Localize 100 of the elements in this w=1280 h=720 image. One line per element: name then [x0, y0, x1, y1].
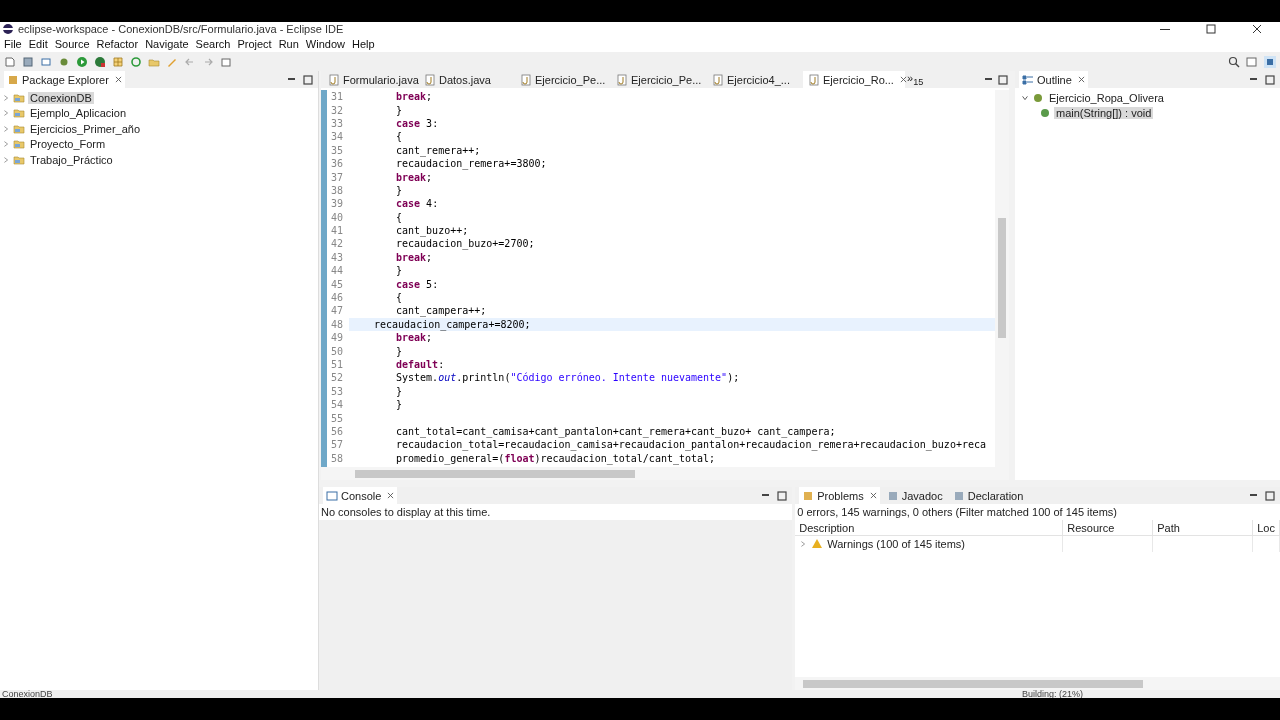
line-number: 32 — [330, 104, 345, 116]
menu-item[interactable]: Help — [350, 38, 380, 50]
maximize-icon[interactable] — [302, 73, 314, 86]
problems-summary: 0 errors, 145 warnings, 0 others (Filter matched 100 of 145 items) — [795, 504, 1280, 520]
line-number: 42 — [330, 238, 345, 250]
line-number: 36 — [330, 158, 345, 170]
code-line: } — [396, 385, 403, 397]
caret-icon[interactable] — [799, 540, 808, 548]
close-icon[interactable] — [114, 76, 122, 83]
line-number: 35 — [330, 144, 345, 156]
editor-tab[interactable]: Ejercicio_Pe... — [515, 71, 609, 88]
menu-item[interactable]: Window — [303, 38, 350, 50]
maximize-icon[interactable] — [1264, 489, 1276, 502]
code-line: } — [396, 399, 403, 411]
tree-item[interactable]: ConexionDB — [28, 91, 94, 104]
menu-item[interactable]: Search — [193, 38, 236, 50]
caret-icon[interactable] — [1021, 93, 1029, 102]
line-number: 51 — [330, 359, 345, 370]
code-line: } — [396, 265, 403, 277]
editor-tab[interactable]: Datos.java — [419, 71, 513, 88]
line-number: 48 — [330, 318, 345, 330]
column-header[interactable]: Resource — [1063, 520, 1154, 536]
menu-item[interactable]: File — [2, 38, 27, 50]
tree-item[interactable]: Ejemplo_Aplicacion — [28, 107, 128, 120]
menu-item[interactable]: Edit — [26, 38, 53, 50]
perspective-icon[interactable] — [1246, 55, 1258, 68]
close-icon[interactable] — [1077, 76, 1085, 83]
maximize-icon[interactable] — [1264, 73, 1276, 86]
play-icon[interactable] — [76, 55, 88, 68]
menu-item[interactable]: Refactor — [94, 38, 144, 50]
line-number: 57 — [330, 439, 345, 451]
close-icon[interactable] — [387, 492, 395, 499]
java-perspective-icon[interactable] — [1264, 55, 1276, 68]
tree-item[interactable]: Ejercicios_Primer_año — [28, 122, 143, 135]
editor-tab[interactable]: Ejercicio4_... — [707, 71, 801, 88]
line-number: 52 — [330, 372, 345, 384]
tab-icon — [952, 489, 965, 502]
view-tab[interactable]: Package Explorer — [4, 71, 125, 88]
view-tab[interactable]: Console — [323, 487, 398, 504]
maximize-icon[interactable] — [997, 73, 1009, 86]
menu-item[interactable]: Source — [52, 38, 95, 50]
menu-item[interactable]: Navigate — [143, 38, 194, 50]
code-line: { — [396, 292, 403, 304]
more-tabs-button[interactable]: »$_{15}$ — [907, 71, 924, 88]
editor-tab[interactable]: Ejercicio_Pe... — [611, 71, 705, 88]
editor-tab[interactable]: Formulario.java — [323, 71, 417, 88]
line-number: 33 — [330, 117, 345, 129]
code-line: break; — [396, 171, 433, 183]
view-tab[interactable]: Declaration — [949, 487, 1027, 504]
search-icon[interactable] — [1228, 55, 1240, 68]
menu-item[interactable]: Project — [235, 38, 277, 50]
tab-icon — [886, 489, 899, 502]
close-icon[interactable] — [899, 76, 907, 83]
project-folder-icon — [13, 138, 25, 151]
line-number: 54 — [330, 399, 345, 411]
java-file-icon — [328, 73, 340, 86]
tab-icon — [802, 489, 815, 502]
status-text: Building: (21%) — [1021, 690, 1083, 698]
code-line: break; — [396, 91, 433, 103]
line-number: 55 — [330, 412, 345, 424]
maximize-icon[interactable] — [776, 489, 789, 502]
code-line: recaudacion_total=recaudacion_camisa+recaudacion_pantalon+recaudacion_remera+recaudacion_buzo+reca — [396, 439, 986, 451]
close-icon[interactable] — [1252, 24, 1262, 34]
code-line: cant_campera++; — [396, 305, 487, 317]
code-line: cant_total=cant_camisa+cant_pantalon+cant_remera+cant_buzo+ cant_campera; — [396, 425, 836, 437]
editor-tab[interactable]: Ejercicio_Ro... — [803, 71, 905, 88]
column-header[interactable]: Loc — [1253, 520, 1280, 536]
outline-item[interactable]: main(String[]) : void — [1054, 107, 1154, 120]
table-cell[interactable]: Warnings (100 of 145 items) — [827, 538, 965, 550]
grid-icon[interactable] — [112, 55, 124, 68]
menu-item[interactable]: Run — [276, 38, 304, 50]
project-folder-icon — [13, 153, 25, 166]
line-number: 34 — [330, 131, 345, 143]
code-line: System.out.println("Código erróneo. Intente nuevamente"); — [396, 372, 740, 384]
tree-item[interactable]: Trabajo_Práctico — [28, 153, 115, 166]
view-tab[interactable]: Problems — [799, 487, 880, 504]
window-icon[interactable] — [220, 55, 232, 68]
line-number: 50 — [330, 345, 345, 357]
console-message: No consoles to display at this time. — [319, 504, 793, 520]
new-file-icon[interactable] — [4, 55, 16, 68]
line-number: 47 — [330, 305, 345, 317]
java-file-icon — [712, 73, 724, 86]
line-number: 41 — [330, 225, 345, 237]
console-icon — [326, 489, 338, 502]
line-number: 39 — [330, 198, 345, 210]
view-tab[interactable]: Javadoc — [883, 487, 946, 504]
terminal-icon[interactable] — [40, 55, 52, 68]
method-icon — [1039, 107, 1051, 120]
code-line: recaudacion_campera+=8200; — [374, 318, 531, 330]
maximize-icon[interactable] — [1206, 24, 1216, 34]
status-text: ConexionDB — [2, 690, 53, 698]
view-tab[interactable]: Outline — [1019, 71, 1088, 88]
column-header[interactable]: Description — [795, 520, 1064, 536]
close-icon[interactable] — [869, 492, 877, 499]
save-icon[interactable] — [22, 55, 34, 68]
code-line: { — [396, 211, 403, 223]
outline-item[interactable]: Ejercicio_Ropa_Olivera — [1047, 91, 1166, 104]
horizontal-scrollbar[interactable] — [795, 677, 1280, 690]
tree-item[interactable]: Proyecto_Form — [28, 138, 108, 151]
column-header[interactable]: Path — [1153, 520, 1254, 536]
